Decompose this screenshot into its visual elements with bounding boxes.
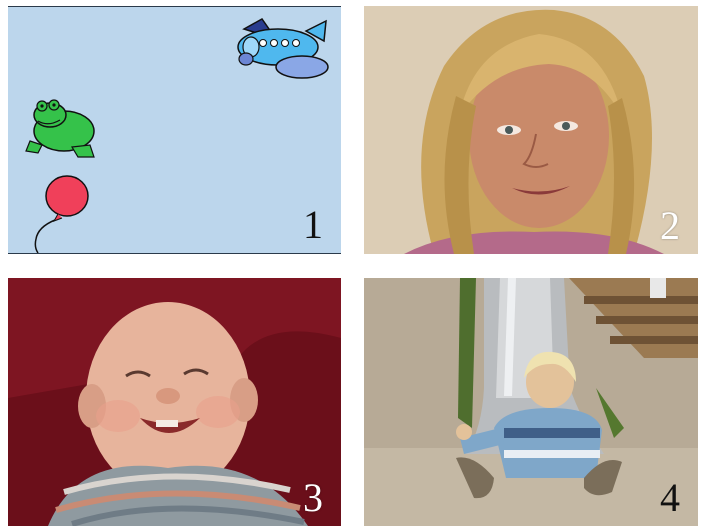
- panel-3-photo: 3: [8, 278, 341, 526]
- balloon-icon: [34, 175, 89, 253]
- panel-2-photo: 2: [364, 6, 698, 254]
- panel-number: 3: [303, 475, 323, 520]
- panel-4-photo: 4: [364, 278, 698, 526]
- frog-icon: [25, 99, 95, 158]
- panel-number: 1: [303, 202, 323, 247]
- baby-portrait-image: [8, 278, 341, 526]
- panel-1-illustration: 1: [8, 6, 341, 254]
- child-on-slide-image: [364, 278, 698, 526]
- airplane-icon: [237, 18, 329, 79]
- illustration-canvas: [25, 18, 329, 253]
- panel-number: 4: [660, 475, 680, 520]
- panel-number: 2: [660, 203, 680, 248]
- woman-portrait-image: [364, 6, 698, 254]
